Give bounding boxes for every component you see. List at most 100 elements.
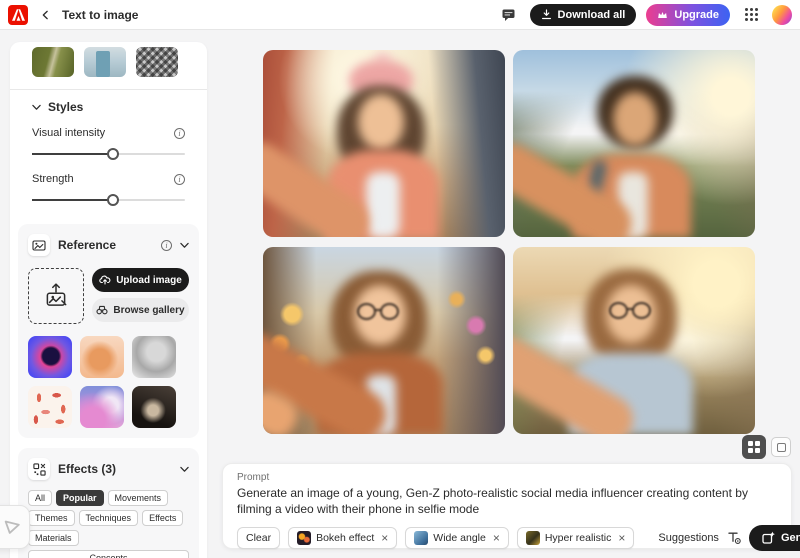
page-title: Text to image xyxy=(62,8,138,22)
view-toggle xyxy=(742,435,791,459)
filter-chip-popular[interactable]: Popular xyxy=(56,490,104,506)
upload-image-button[interactable]: Upload image xyxy=(92,268,189,292)
generated-image-3[interactable] xyxy=(263,247,505,434)
firefly-app: Text to image Download all xyxy=(0,0,800,558)
generated-image-grid xyxy=(263,50,755,434)
visual-intensity-row: Visual intensity i xyxy=(32,127,185,139)
strength-label: Strength xyxy=(32,173,74,185)
effects-title: Effects (3) xyxy=(58,462,172,476)
info-icon[interactable]: i xyxy=(174,128,185,139)
filter-chip-concepts[interactable]: Concepts xyxy=(28,550,189,558)
single-view-icon xyxy=(777,443,786,452)
prompt-label: Prompt xyxy=(237,472,777,483)
reference-thumbnail-sculpture[interactable] xyxy=(132,336,176,378)
generate-label: Generate xyxy=(781,532,800,544)
reference-thumbnail-neon-figure[interactable] xyxy=(28,336,72,378)
clear-button[interactable]: Clear xyxy=(237,527,280,549)
single-view-button[interactable] xyxy=(771,437,791,457)
chip-label: Wide angle xyxy=(433,532,486,544)
prompt-chip-row: Clear Bokeh effect × Wide angle × Hyper … xyxy=(237,525,777,551)
glasses xyxy=(357,303,399,320)
grid-view-icon xyxy=(748,441,760,453)
grid-view-button[interactable] xyxy=(742,435,766,459)
chip-bokeh-effect[interactable]: Bokeh effect × xyxy=(288,527,397,549)
style-thumbnail-road[interactable] xyxy=(32,47,74,77)
remove-icon[interactable]: × xyxy=(381,532,388,544)
filter-chip-techniques[interactable]: Techniques xyxy=(79,510,139,526)
filter-chip-materials[interactable]: Materials xyxy=(28,530,79,546)
effects-icon xyxy=(28,458,50,480)
back-button[interactable] xyxy=(37,7,53,23)
reference-thumbnail-thumbs-up[interactable] xyxy=(80,336,124,378)
binoculars-icon xyxy=(96,305,108,315)
filter-chip-movements[interactable]: Movements xyxy=(108,490,169,506)
chevron-down-icon[interactable] xyxy=(180,466,189,473)
strength-slider[interactable] xyxy=(32,194,185,206)
upgrade-button[interactable]: Upgrade xyxy=(646,4,730,26)
reference-title: Reference xyxy=(58,238,153,252)
browse-gallery-label: Browse gallery xyxy=(113,305,184,316)
filter-chip-themes[interactable]: Themes xyxy=(28,510,75,526)
chip-hyper-realistic[interactable]: Hyper realistic × xyxy=(517,527,635,549)
adobe-logo-icon[interactable] xyxy=(8,5,28,25)
chip-thumbnail xyxy=(526,531,540,545)
remove-icon[interactable]: × xyxy=(493,532,500,544)
style-thumbnail-pattern[interactable] xyxy=(136,47,178,77)
image-upload-icon xyxy=(42,282,70,310)
chevron-down-icon[interactable] xyxy=(180,242,189,249)
info-icon[interactable]: i xyxy=(174,174,185,185)
visual-intensity-label: Visual intensity xyxy=(32,127,105,139)
slider-knob[interactable] xyxy=(107,194,119,206)
upload-dropzone[interactable] xyxy=(28,268,84,324)
suggestions-label: Suggestions xyxy=(658,532,719,544)
triangle-cursor-icon xyxy=(2,517,22,537)
reference-header-icons: i xyxy=(161,240,189,251)
info-icon[interactable]: i xyxy=(161,240,172,251)
reference-upload-row: Upload image Browse gallery xyxy=(28,268,189,324)
download-all-button[interactable]: Download all xyxy=(530,4,637,26)
top-bar: Text to image Download all xyxy=(0,0,800,30)
style-gallery-row xyxy=(10,42,207,89)
crown-icon xyxy=(657,10,668,20)
reference-icon xyxy=(28,234,50,256)
download-icon xyxy=(541,9,552,20)
reference-thumbnail-pink-clouds[interactable] xyxy=(80,386,124,428)
generate-icon xyxy=(762,531,775,544)
slider-fill xyxy=(32,153,113,155)
filter-chip-effects[interactable]: Effects xyxy=(142,510,183,526)
cloud-upload-icon xyxy=(99,275,111,285)
chip-wide-angle[interactable]: Wide angle × xyxy=(405,527,509,549)
effects-filter-chips: All Popular Movements Themes Techniques … xyxy=(28,490,189,558)
strength-row: Strength i xyxy=(32,173,185,185)
slider-fill xyxy=(32,199,113,201)
generated-image-4[interactable] xyxy=(513,247,755,434)
style-thumbnail-building[interactable] xyxy=(84,47,126,77)
avatar[interactable] xyxy=(772,5,792,25)
styles-title: Styles xyxy=(48,100,83,114)
reference-thumbnail-koi-pattern[interactable] xyxy=(28,386,72,428)
styles-header[interactable]: Styles xyxy=(32,100,185,114)
suggestions-settings-icon[interactable] xyxy=(727,531,741,544)
chip-thumbnail xyxy=(414,531,428,545)
generate-button[interactable]: Generate xyxy=(749,525,800,551)
filter-chip-all[interactable]: All xyxy=(28,490,52,506)
reference-thumbnails xyxy=(28,336,189,428)
remove-icon[interactable]: × xyxy=(618,532,625,544)
slider-knob[interactable] xyxy=(107,148,119,160)
left-sidebar: Styles Visual intensity i Strength i xyxy=(10,42,207,558)
browse-gallery-button[interactable]: Browse gallery xyxy=(92,298,189,322)
chip-label: Hyper realistic xyxy=(545,532,612,544)
floating-prompt-button[interactable] xyxy=(0,505,30,549)
prompt-text[interactable]: Generate an image of a young, Gen-Z phot… xyxy=(237,486,777,518)
upgrade-label: Upgrade xyxy=(674,9,719,21)
generated-image-1[interactable] xyxy=(263,50,505,237)
generated-image-2[interactable] xyxy=(513,50,755,237)
visual-intensity-slider[interactable] xyxy=(32,148,185,160)
reference-thumbnail-dark-portrait[interactable] xyxy=(132,386,176,428)
effects-header-icons xyxy=(180,466,189,473)
feedback-icon[interactable] xyxy=(498,4,520,26)
reference-buttons: Upload image Browse gallery xyxy=(92,268,189,324)
upload-image-label: Upload image xyxy=(116,275,182,286)
apps-grid-icon[interactable] xyxy=(740,4,762,26)
chip-label: Bokeh effect xyxy=(316,532,374,544)
